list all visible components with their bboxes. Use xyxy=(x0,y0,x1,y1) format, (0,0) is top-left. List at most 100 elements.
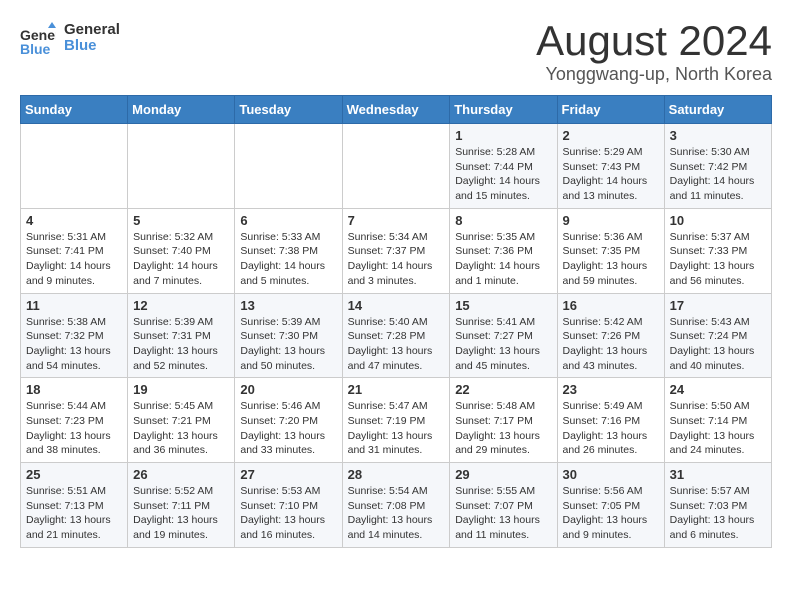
calendar-cell: 18Sunrise: 5:44 AM Sunset: 7:23 PM Dayli… xyxy=(21,378,128,463)
day-number: 19 xyxy=(133,382,229,397)
calendar-week-1: 4Sunrise: 5:31 AM Sunset: 7:41 PM Daylig… xyxy=(21,208,772,293)
calendar-cell: 8Sunrise: 5:35 AM Sunset: 7:36 PM Daylig… xyxy=(450,208,557,293)
calendar-cell: 29Sunrise: 5:55 AM Sunset: 7:07 PM Dayli… xyxy=(450,463,557,548)
calendar-cell xyxy=(21,124,128,209)
day-info: Sunrise: 5:45 AM Sunset: 7:21 PM Dayligh… xyxy=(133,399,229,458)
calendar-cell: 17 Sunrise: 5:43 AM Sunset: 7:24 PM Dayli… xyxy=(664,293,771,378)
day-info: Sunrise: 5:38 AM Sunset: 7:32 PM Dayligh… xyxy=(26,315,122,374)
calendar-cell: 20 Sunrise: 5:46 AM Sunset: 7:20 PM Dayli… xyxy=(235,378,342,463)
calendar-week-3: 18Sunrise: 5:44 AM Sunset: 7:23 PM Dayli… xyxy=(21,378,772,463)
title-block: August 2024 Yonggwang-up, North Korea xyxy=(536,20,772,85)
day-number: 12 xyxy=(133,298,229,313)
calendar-week-2: 11 Sunrise: 5:38 AM Sunset: 7:32 PM Dayli… xyxy=(21,293,772,378)
day-number: 25 xyxy=(26,467,122,482)
day-number: 26 xyxy=(133,467,229,482)
day-number: 17 xyxy=(670,298,766,313)
calendar-cell: 4Sunrise: 5:31 AM Sunset: 7:41 PM Daylig… xyxy=(21,208,128,293)
location-title: Yonggwang-up, North Korea xyxy=(536,64,772,85)
day-info: Sunrise: 5:53 AM Sunset: 7:10 PM Dayligh… xyxy=(240,484,336,543)
day-number: 9 xyxy=(563,213,659,228)
weekday-header-row: SundayMondayTuesdayWednesdayThursdayFrid… xyxy=(21,96,772,124)
day-info: Sunrise: 5:47 AM Sunset: 7:19 PM Dayligh… xyxy=(348,399,445,458)
day-info: Sunrise: 5:35 AM Sunset: 7:36 PM Dayligh… xyxy=(455,230,551,289)
calendar-cell: 31 Sunrise: 5:57 AM Sunset: 7:03 PM Dayli… xyxy=(664,463,771,548)
calendar-cell: 10 Sunrise: 5:37 AM Sunset: 7:33 PM Dayli… xyxy=(664,208,771,293)
calendar-cell: 12 Sunrise: 5:39 AM Sunset: 7:31 PM Dayli… xyxy=(128,293,235,378)
calendar-week-0: 1 Sunrise: 5:28 AM Sunset: 7:44 PM Daylig… xyxy=(21,124,772,209)
day-info: Sunrise: 5:40 AM Sunset: 7:28 PM Dayligh… xyxy=(348,315,445,374)
logo-blue: Blue xyxy=(64,38,120,55)
svg-text:Blue: Blue xyxy=(20,41,51,56)
day-number: 10 xyxy=(670,213,766,228)
day-number: 20 xyxy=(240,382,336,397)
page-header: General Blue General Blue August 2024 Yo… xyxy=(20,20,772,85)
calendar-cell: 25 Sunrise: 5:51 AM Sunset: 7:13 PM Dayli… xyxy=(21,463,128,548)
day-number: 3 xyxy=(670,128,766,143)
logo: General Blue General Blue xyxy=(20,20,120,56)
day-number: 6 xyxy=(240,213,336,228)
calendar-cell xyxy=(235,124,342,209)
day-number: 16 xyxy=(563,298,659,313)
calendar-table: SundayMondayTuesdayWednesdayThursdayFrid… xyxy=(20,95,772,548)
day-number: 22 xyxy=(455,382,551,397)
calendar-cell: 3 Sunrise: 5:30 AM Sunset: 7:42 PM Daylig… xyxy=(664,124,771,209)
day-info: Sunrise: 5:33 AM Sunset: 7:38 PM Dayligh… xyxy=(240,230,336,289)
day-info: Sunrise: 5:46 AM Sunset: 7:20 PM Dayligh… xyxy=(240,399,336,458)
day-number: 14 xyxy=(348,298,445,313)
calendar-cell: 7 Sunrise: 5:34 AM Sunset: 7:37 PM Daylig… xyxy=(342,208,450,293)
day-number: 18 xyxy=(26,382,122,397)
day-info: Sunrise: 5:52 AM Sunset: 7:11 PM Dayligh… xyxy=(133,484,229,543)
weekday-header-monday: Monday xyxy=(128,96,235,124)
day-number: 11 xyxy=(26,298,122,313)
month-title: August 2024 xyxy=(536,20,772,62)
calendar-cell: 11 Sunrise: 5:38 AM Sunset: 7:32 PM Dayli… xyxy=(21,293,128,378)
calendar-cell: 22Sunrise: 5:48 AM Sunset: 7:17 PM Dayli… xyxy=(450,378,557,463)
calendar-cell: 21 Sunrise: 5:47 AM Sunset: 7:19 PM Dayli… xyxy=(342,378,450,463)
day-number: 27 xyxy=(240,467,336,482)
day-info: Sunrise: 5:50 AM Sunset: 7:14 PM Dayligh… xyxy=(670,399,766,458)
calendar-cell: 13 Sunrise: 5:39 AM Sunset: 7:30 PM Dayli… xyxy=(235,293,342,378)
day-info: Sunrise: 5:36 AM Sunset: 7:35 PM Dayligh… xyxy=(563,230,659,289)
day-number: 21 xyxy=(348,382,445,397)
calendar-cell: 14 Sunrise: 5:40 AM Sunset: 7:28 PM Dayli… xyxy=(342,293,450,378)
day-number: 30 xyxy=(563,467,659,482)
day-number: 1 xyxy=(455,128,551,143)
day-info: Sunrise: 5:39 AM Sunset: 7:30 PM Dayligh… xyxy=(240,315,336,374)
day-info: Sunrise: 5:56 AM Sunset: 7:05 PM Dayligh… xyxy=(563,484,659,543)
day-number: 31 xyxy=(670,467,766,482)
weekday-header-wednesday: Wednesday xyxy=(342,96,450,124)
calendar-cell: 19 Sunrise: 5:45 AM Sunset: 7:21 PM Dayli… xyxy=(128,378,235,463)
day-info: Sunrise: 5:51 AM Sunset: 7:13 PM Dayligh… xyxy=(26,484,122,543)
calendar-cell xyxy=(128,124,235,209)
day-number: 28 xyxy=(348,467,445,482)
day-number: 13 xyxy=(240,298,336,313)
weekday-header-saturday: Saturday xyxy=(664,96,771,124)
day-info: Sunrise: 5:41 AM Sunset: 7:27 PM Dayligh… xyxy=(455,315,551,374)
calendar-cell: 27 Sunrise: 5:53 AM Sunset: 7:10 PM Dayli… xyxy=(235,463,342,548)
day-info: Sunrise: 5:32 AM Sunset: 7:40 PM Dayligh… xyxy=(133,230,229,289)
weekday-header-friday: Friday xyxy=(557,96,664,124)
day-number: 15 xyxy=(455,298,551,313)
calendar-cell: 15 Sunrise: 5:41 AM Sunset: 7:27 PM Dayli… xyxy=(450,293,557,378)
calendar-cell: 16Sunrise: 5:42 AM Sunset: 7:26 PM Dayli… xyxy=(557,293,664,378)
day-number: 7 xyxy=(348,213,445,228)
day-info: Sunrise: 5:37 AM Sunset: 7:33 PM Dayligh… xyxy=(670,230,766,289)
calendar-cell: 9 Sunrise: 5:36 AM Sunset: 7:35 PM Daylig… xyxy=(557,208,664,293)
day-number: 23 xyxy=(563,382,659,397)
day-info: Sunrise: 5:28 AM Sunset: 7:44 PM Dayligh… xyxy=(455,145,551,204)
calendar-cell: 5Sunrise: 5:32 AM Sunset: 7:40 PM Daylig… xyxy=(128,208,235,293)
calendar-cell: 1 Sunrise: 5:28 AM Sunset: 7:44 PM Daylig… xyxy=(450,124,557,209)
calendar-cell xyxy=(342,124,450,209)
day-number: 2 xyxy=(563,128,659,143)
calendar-cell: 26 Sunrise: 5:52 AM Sunset: 7:11 PM Dayli… xyxy=(128,463,235,548)
day-info: Sunrise: 5:34 AM Sunset: 7:37 PM Dayligh… xyxy=(348,230,445,289)
day-info: Sunrise: 5:39 AM Sunset: 7:31 PM Dayligh… xyxy=(133,315,229,374)
day-info: Sunrise: 5:43 AM Sunset: 7:24 PM Dayligh… xyxy=(670,315,766,374)
day-info: Sunrise: 5:57 AM Sunset: 7:03 PM Dayligh… xyxy=(670,484,766,543)
day-info: Sunrise: 5:29 AM Sunset: 7:43 PM Dayligh… xyxy=(563,145,659,204)
logo-icon: General Blue xyxy=(20,20,56,56)
day-number: 24 xyxy=(670,382,766,397)
calendar-cell: 24 Sunrise: 5:50 AM Sunset: 7:14 PM Dayli… xyxy=(664,378,771,463)
calendar-cell: 30 Sunrise: 5:56 AM Sunset: 7:05 PM Dayli… xyxy=(557,463,664,548)
day-info: Sunrise: 5:30 AM Sunset: 7:42 PM Dayligh… xyxy=(670,145,766,204)
